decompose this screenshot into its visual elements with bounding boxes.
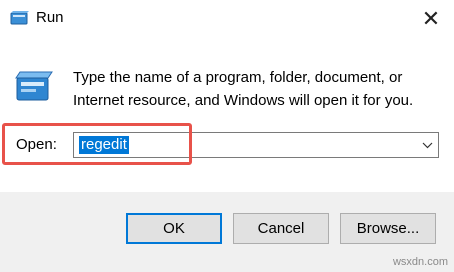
- dialog-description: Type the name of a program, folder, docu…: [73, 66, 433, 112]
- title-bar: Run ✕: [0, 0, 454, 38]
- description-line-2: Internet resource, and Windows will open…: [73, 92, 414, 109]
- browse-button[interactable]: Browse...: [340, 213, 436, 244]
- description-line-1: Type the name of a program, folder, docu…: [73, 69, 403, 86]
- window-title: Run: [36, 9, 64, 26]
- watermark: wsxdn.com: [392, 256, 448, 268]
- chevron-down-icon: [422, 142, 432, 148]
- ok-button[interactable]: OK: [126, 213, 222, 244]
- close-button[interactable]: ✕: [408, 0, 454, 38]
- cancel-button[interactable]: Cancel: [233, 213, 329, 244]
- open-combobox[interactable]: regedit: [73, 132, 439, 158]
- open-input-value[interactable]: regedit: [79, 136, 129, 154]
- dropdown-button[interactable]: [416, 133, 438, 157]
- run-app-icon: [10, 11, 29, 25]
- run-dialog-icon: [15, 71, 53, 101]
- close-icon: ✕: [421, 6, 441, 31]
- open-label: Open:: [16, 136, 57, 153]
